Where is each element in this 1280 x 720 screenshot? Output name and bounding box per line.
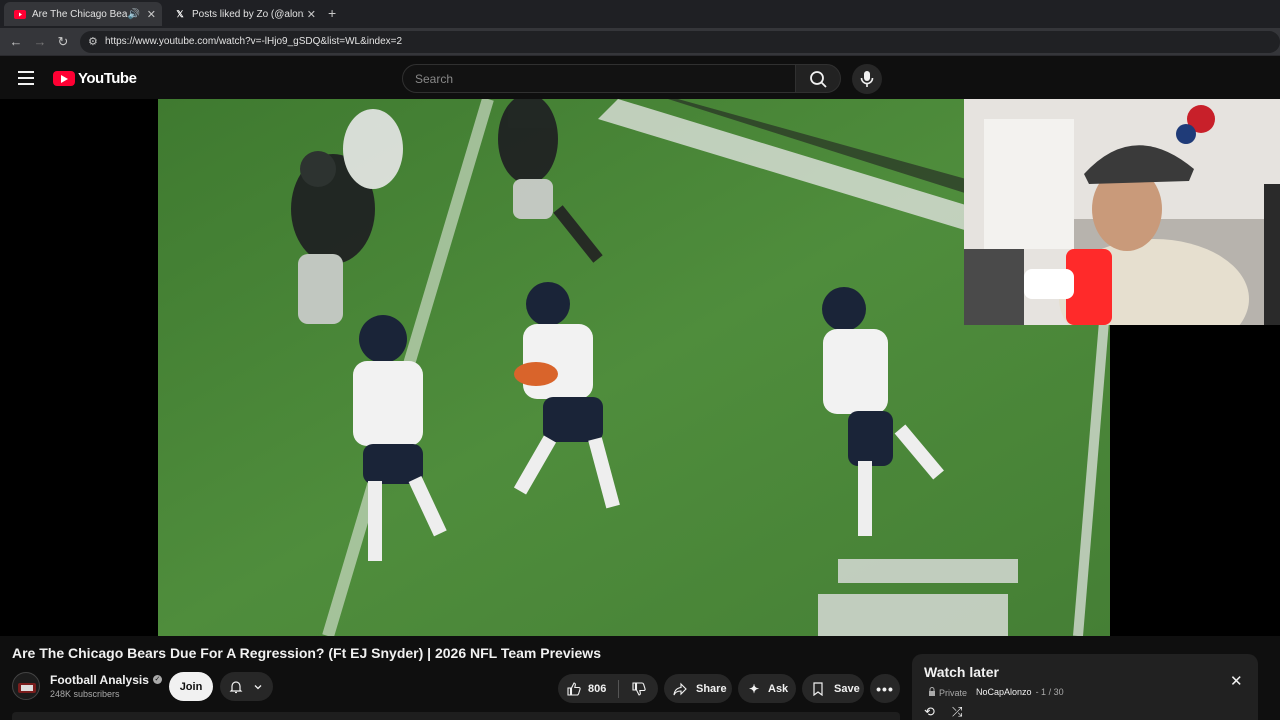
site-settings-icon[interactable]: ⚙ bbox=[88, 35, 98, 48]
video-title: Are The Chicago Bears Due For A Regressi… bbox=[12, 645, 601, 661]
tab-title: Are The Chicago Bears Due For A Regressi… bbox=[32, 8, 128, 20]
logo-text: YouTube bbox=[78, 70, 137, 87]
microphone-icon bbox=[860, 71, 874, 87]
like-divider bbox=[618, 679, 620, 698]
shuffle-icon[interactable]: ⤮ bbox=[952, 704, 962, 720]
description-box-edge bbox=[12, 712, 900, 720]
channel-logo-icon bbox=[18, 683, 36, 693]
video-player[interactable] bbox=[0, 99, 1280, 636]
youtube-header: YouTube Search bbox=[0, 57, 964, 99]
share-button[interactable]: Share bbox=[664, 674, 732, 703]
join-label: Join bbox=[179, 680, 203, 693]
tab-title: Posts liked by Zo (@alonzonem bbox=[192, 8, 304, 20]
playlist-title[interactable]: Watch later bbox=[924, 664, 999, 680]
privacy-status: Private bbox=[928, 687, 967, 698]
search-placeholder: Search bbox=[415, 72, 454, 86]
bell-icon bbox=[228, 679, 244, 695]
share-label: Share bbox=[696, 682, 727, 695]
streamer-webcam-image bbox=[964, 99, 1280, 325]
tab-x-likes[interactable]: 𝕏 Posts liked by Zo (@alonzonem ✕ bbox=[164, 2, 322, 26]
search-icon bbox=[810, 71, 827, 88]
youtube-play-icon bbox=[53, 71, 75, 86]
search-button[interactable] bbox=[795, 64, 841, 93]
youtube-icon bbox=[14, 8, 26, 20]
save-label: Save bbox=[834, 682, 860, 695]
address-bar: ← → ↻ ⚙ https://www.youtube.com/watch?v=… bbox=[0, 28, 1280, 56]
lock-icon bbox=[928, 687, 936, 698]
more-horizontal-icon: ••• bbox=[876, 680, 894, 697]
playlist-owner[interactable]: NoCapAlonzo bbox=[976, 687, 1032, 697]
close-tab-icon[interactable]: ✕ bbox=[147, 8, 156, 21]
browser-tab-bar: Are The Chicago Bears Due For A Regressi… bbox=[0, 0, 1280, 28]
x-icon: 𝕏 bbox=[176, 8, 184, 19]
subscriber-count: 248K subscribers bbox=[50, 689, 120, 699]
ask-label: Ask bbox=[768, 682, 789, 695]
thumbs-down-icon[interactable] bbox=[631, 681, 647, 697]
channel-name[interactable]: Football Analysis bbox=[50, 673, 149, 687]
join-button[interactable]: Join bbox=[169, 672, 213, 701]
subscription-bell-button[interactable] bbox=[220, 672, 273, 701]
share-icon bbox=[672, 681, 688, 697]
menu-icon[interactable] bbox=[18, 71, 34, 85]
new-tab-icon[interactable]: + bbox=[328, 5, 336, 21]
reload-icon[interactable]: ↻ bbox=[55, 34, 71, 50]
youtube-logo[interactable]: YouTube bbox=[53, 70, 137, 87]
more-actions-button[interactable]: ••• bbox=[870, 674, 900, 703]
bookmark-icon bbox=[810, 681, 826, 697]
verified-icon: ✓ bbox=[152, 675, 162, 684]
watch-later-panel: Watch later ✕ Private NoCapAlonzo - 1 / … bbox=[912, 654, 1258, 720]
channel-avatar[interactable] bbox=[12, 672, 40, 700]
ask-button[interactable]: ✦ Ask bbox=[738, 674, 796, 703]
like-dislike-group: 806 bbox=[558, 674, 658, 703]
sparkle-icon: ✦ bbox=[748, 681, 760, 696]
tab-youtube[interactable]: Are The Chicago Bears Due For A Regressi… bbox=[4, 2, 162, 26]
chevron-down-icon bbox=[250, 679, 266, 695]
close-tab-icon[interactable]: ✕ bbox=[307, 8, 316, 21]
voice-search-button[interactable] bbox=[852, 64, 882, 94]
speaker-icon[interactable]: 🔊 bbox=[128, 9, 140, 20]
like-count[interactable]: 806 bbox=[588, 683, 606, 695]
back-icon[interactable]: ← bbox=[8, 34, 24, 50]
forward-icon[interactable]: → bbox=[32, 34, 48, 50]
close-icon[interactable]: ✕ bbox=[1230, 672, 1243, 690]
thumbs-up-icon[interactable] bbox=[566, 681, 582, 697]
url-field[interactable]: ⚙ https://www.youtube.com/watch?v=-lHjo9… bbox=[80, 31, 1280, 53]
webcam-overlay bbox=[964, 99, 1280, 325]
search-input[interactable]: Search bbox=[402, 64, 796, 93]
save-button[interactable]: Save bbox=[802, 674, 864, 703]
url-text: https://www.youtube.com/watch?v=-lHjo9_g… bbox=[105, 36, 403, 47]
playlist-position: - 1 / 30 bbox=[1035, 687, 1064, 697]
privacy-label: Private bbox=[939, 687, 968, 698]
loop-icon[interactable]: ⟲ bbox=[924, 704, 935, 720]
